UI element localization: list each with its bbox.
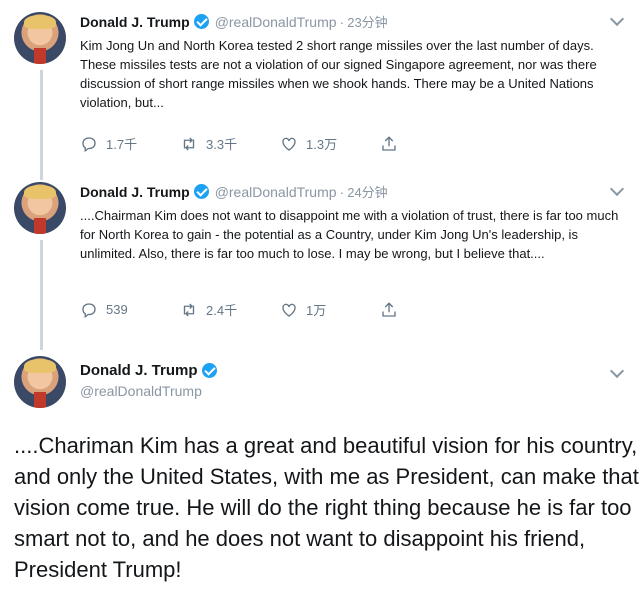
tweet-text: Kim Jong Un and North Korea tested 2 sho… [80, 38, 597, 110]
verified-badge-icon [193, 184, 209, 199]
like-button[interactable]: 1万 [280, 300, 380, 319]
retweet-count: 3.3千 [206, 137, 238, 152]
avatar[interactable] [14, 12, 66, 64]
reply-icon [82, 136, 96, 152]
tweet-header: Donald J. Trump @realDonaldTrump · 23分钟 [80, 12, 388, 31]
like-count: 1.3万 [306, 137, 338, 152]
author-handle[interactable]: @realDonaldTrump [80, 383, 223, 399]
heart-icon [282, 137, 296, 151]
avatar[interactable] [14, 182, 66, 234]
tweet-time[interactable]: 24分钟 [347, 182, 387, 201]
share-button[interactable] [380, 301, 480, 319]
retweet-icon [183, 137, 195, 150]
reply-icon [82, 302, 96, 318]
author-handle[interactable]: @realDonaldTrump [215, 184, 337, 200]
reply-count: 1.7千 [106, 137, 138, 152]
author-name[interactable]: Donald J. Trump [80, 362, 198, 379]
chevron-down-icon[interactable] [609, 181, 625, 197]
main-tweet-text: ....Chariman Kim has a great and beautif… [14, 433, 639, 582]
share-icon [382, 301, 396, 317]
reply-button[interactable]: 539 [80, 301, 180, 319]
reply-button[interactable]: 1.7千 [80, 134, 180, 153]
chevron-down-icon[interactable] [609, 11, 625, 27]
tweet-header: Donald J. Trump @realDonaldTrump · 24分钟 [80, 182, 388, 201]
heart-icon [282, 303, 296, 317]
tweet-header: Donald J. Trump @realDonaldTrump [80, 362, 223, 399]
tweet-1[interactable]: Donald J. Trump @realDonaldTrump · 23分钟 … [0, 0, 642, 172]
tweet-text: ....Chairman Kim does not want to disapp… [80, 208, 619, 261]
separator-dot: · [339, 13, 345, 30]
tweet-time[interactable]: 23分钟 [347, 12, 387, 31]
tweet-actions: 1.7千 3.3千 1.3万 [80, 134, 480, 153]
verified-badge-icon [193, 14, 209, 29]
like-count: 1万 [306, 303, 327, 318]
avatar[interactable] [14, 356, 66, 408]
retweet-count: 2.4千 [206, 303, 238, 318]
author-name[interactable]: Donald J. Trump [80, 184, 190, 200]
retweet-button[interactable]: 3.3千 [180, 134, 280, 153]
like-button[interactable]: 1.3万 [280, 134, 380, 153]
retweet-button[interactable]: 2.4千 [180, 300, 280, 319]
separator-dot: · [339, 183, 345, 200]
tweet-actions: 539 2.4千 1万 [80, 300, 480, 319]
tweet-2[interactable]: Donald J. Trump @realDonaldTrump · 24分钟 … [0, 172, 642, 344]
author-name[interactable]: Donald J. Trump [80, 14, 190, 30]
author-handle[interactable]: @realDonaldTrump [215, 14, 337, 30]
retweet-icon [183, 303, 195, 316]
share-button[interactable] [380, 135, 480, 153]
reply-count: 539 [106, 302, 128, 317]
chevron-down-icon[interactable] [609, 363, 625, 379]
share-icon [382, 135, 396, 151]
verified-badge-icon [201, 363, 217, 378]
